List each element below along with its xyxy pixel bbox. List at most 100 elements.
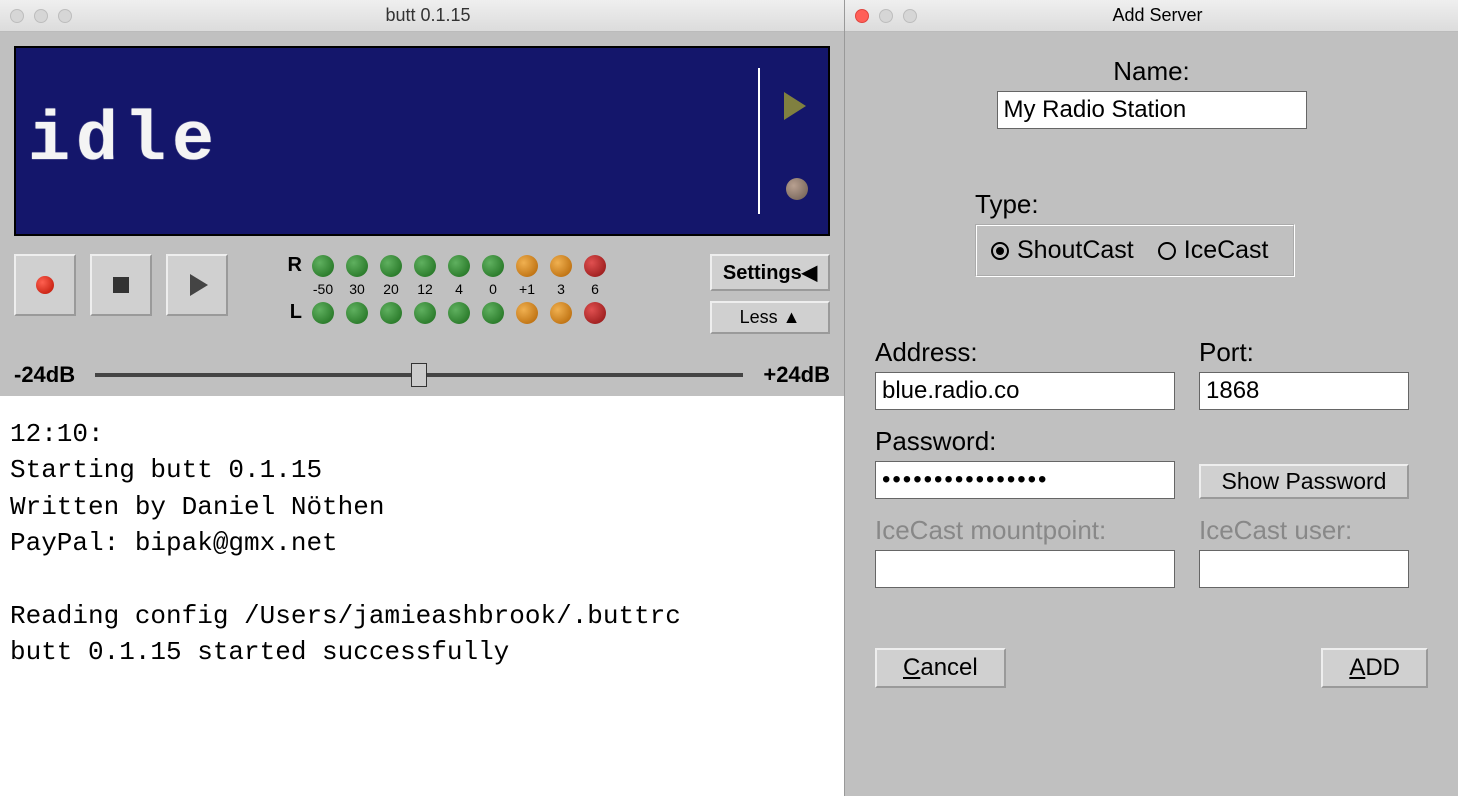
- password-group: Password:: [875, 426, 1175, 499]
- lcd-status-text: idle: [28, 102, 220, 181]
- close-icon[interactable]: [855, 9, 869, 23]
- led-icon: [550, 302, 572, 324]
- traffic-lights: [855, 9, 917, 23]
- meter-right-label: R: [282, 254, 302, 277]
- maximize-icon[interactable]: [903, 9, 917, 23]
- dialog-body: Name: Type: ShoutCast IceCast Address:: [845, 32, 1458, 796]
- dialog-title: Add Server: [927, 5, 1388, 26]
- icecast-user-input[interactable]: [1199, 550, 1409, 588]
- led-icon: [414, 302, 436, 324]
- main-window: butt 0.1.15 idle R: [0, 0, 844, 796]
- slider-thumb-icon[interactable]: [411, 363, 427, 387]
- add-server-dialog: Add Server Name: Type: ShoutCast IceCast: [844, 0, 1458, 796]
- radio-icecast[interactable]: IceCast: [1158, 236, 1269, 265]
- type-label: Type:: [975, 189, 1428, 220]
- led-icon: [550, 255, 572, 277]
- port-group: Port:: [1199, 337, 1409, 410]
- led-icon: [448, 255, 470, 277]
- port-input[interactable]: [1199, 372, 1409, 410]
- settings-button[interactable]: Settings◀: [710, 254, 830, 291]
- scale-tick: 0: [482, 281, 504, 297]
- gain-max-label: +24dB: [763, 362, 830, 388]
- radio-shoutcast-label: ShoutCast: [1017, 236, 1134, 265]
- led-icon: [380, 302, 402, 324]
- radio-icon[interactable]: [1158, 242, 1176, 260]
- add-button[interactable]: ADD: [1321, 648, 1428, 688]
- minimize-icon[interactable]: [34, 9, 48, 23]
- mountpoint-input[interactable]: [875, 550, 1175, 588]
- meter-left-leds: [312, 302, 606, 324]
- lcd-display: idle: [14, 46, 830, 236]
- scale-tick: 12: [414, 281, 436, 297]
- name-group: Name:: [875, 56, 1428, 129]
- scale-tick: +1: [516, 281, 538, 297]
- address-label: Address:: [875, 337, 1175, 368]
- controls-row: R -50 30 20: [14, 254, 830, 334]
- main-panel: idle R: [0, 32, 844, 396]
- led-icon: [584, 302, 606, 324]
- close-icon[interactable]: [10, 9, 24, 23]
- log-output: 12:10: Starting butt 0.1.15 Written by D…: [0, 396, 844, 796]
- gain-slider[interactable]: [95, 373, 743, 377]
- address-group: Address:: [875, 337, 1175, 410]
- show-password-group: Show Password: [1199, 426, 1409, 499]
- play-button[interactable]: [166, 254, 228, 316]
- scale-tick: 4: [448, 281, 470, 297]
- meter-left-label: L: [282, 301, 302, 324]
- led-icon: [516, 255, 538, 277]
- scale-tick: 6: [584, 281, 606, 297]
- play-icon: [190, 274, 208, 296]
- minimize-icon[interactable]: [879, 9, 893, 23]
- mountpoint-group: IceCast mountpoint:: [875, 515, 1175, 588]
- less-button[interactable]: Less ▲: [710, 301, 830, 334]
- main-window-title: butt 0.1.15: [82, 5, 774, 26]
- record-button[interactable]: [14, 254, 76, 316]
- name-label: Name:: [1113, 56, 1190, 87]
- cancel-button[interactable]: Cancel: [875, 648, 1006, 688]
- led-icon: [346, 255, 368, 277]
- led-icon: [312, 255, 334, 277]
- led-icon: [312, 302, 334, 324]
- led-icon: [482, 302, 504, 324]
- lcd-divider: [758, 68, 760, 214]
- show-password-button[interactable]: Show Password: [1199, 464, 1409, 499]
- led-icon: [414, 255, 436, 277]
- address-input[interactable]: [875, 372, 1175, 410]
- gain-min-label: -24dB: [14, 362, 75, 388]
- scale-tick: 30: [346, 281, 368, 297]
- password-label: Password:: [875, 426, 1175, 457]
- led-icon: [448, 302, 470, 324]
- name-input[interactable]: [997, 91, 1307, 129]
- led-icon: [346, 302, 368, 324]
- radio-shoutcast[interactable]: ShoutCast: [991, 236, 1134, 265]
- meter-scale: -50 30 20 12 4 0 +1 3 6: [312, 281, 696, 297]
- type-box: ShoutCast IceCast: [975, 224, 1295, 277]
- main-titlebar: butt 0.1.15: [0, 0, 844, 32]
- vu-meter: R -50 30 20: [282, 254, 696, 324]
- scale-tick: -50: [312, 281, 334, 297]
- icecast-user-label: IceCast user:: [1199, 515, 1409, 546]
- maximize-icon[interactable]: [58, 9, 72, 23]
- type-group: Type: ShoutCast IceCast: [975, 189, 1428, 277]
- mountpoint-label: IceCast mountpoint:: [875, 515, 1175, 546]
- meter-right-leds: [312, 255, 606, 277]
- side-buttons: Settings◀ Less ▲: [710, 254, 830, 334]
- traffic-lights: [10, 9, 72, 23]
- scale-tick: 3: [550, 281, 572, 297]
- led-icon: [584, 255, 606, 277]
- record-icon: [36, 276, 54, 294]
- password-input[interactable]: [875, 461, 1175, 499]
- radio-icecast-label: IceCast: [1184, 236, 1269, 265]
- record-indicator-icon: [786, 178, 808, 200]
- scale-tick: 20: [380, 281, 402, 297]
- led-icon: [516, 302, 538, 324]
- icecast-user-group: IceCast user:: [1199, 515, 1409, 588]
- dialog-titlebar: Add Server: [845, 0, 1458, 32]
- stop-icon: [113, 277, 129, 293]
- dialog-buttons: Cancel ADD: [875, 648, 1428, 688]
- gain-slider-row: -24dB +24dB: [14, 362, 830, 388]
- stop-button[interactable]: [90, 254, 152, 316]
- led-icon: [380, 255, 402, 277]
- port-label: Port:: [1199, 337, 1409, 368]
- radio-icon[interactable]: [991, 242, 1009, 260]
